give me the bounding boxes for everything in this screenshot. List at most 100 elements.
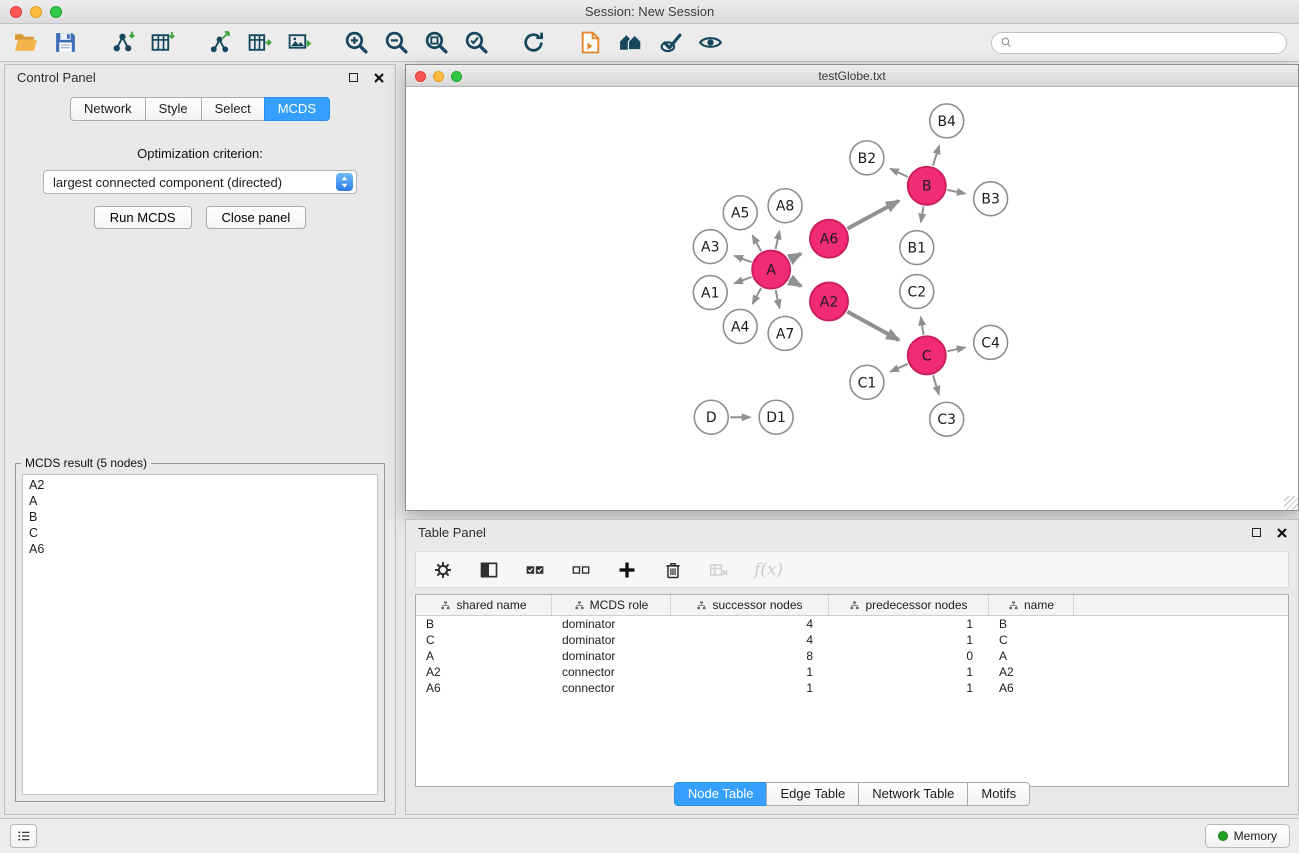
node-B4[interactable]: B4 [930, 104, 964, 138]
tab-network-table[interactable]: Network Table [858, 782, 968, 806]
edge-A-A7[interactable] [776, 290, 780, 308]
float-table-panel-icon[interactable] [1250, 526, 1263, 539]
node-D1[interactable]: D1 [759, 400, 793, 434]
column-header-mcds-role[interactable]: MCDS role [552, 595, 671, 615]
tab-select[interactable]: Select [201, 97, 265, 121]
float-panel-icon[interactable] [347, 71, 360, 84]
apply-layout-icon[interactable] [520, 29, 547, 56]
close-table-panel-icon[interactable] [1275, 526, 1288, 539]
node-C2[interactable]: C2 [900, 275, 934, 309]
edge-C-C2[interactable] [921, 317, 924, 335]
network-minimize-button[interactable] [433, 71, 444, 82]
edge-B-B2[interactable] [890, 169, 907, 177]
node-C4[interactable]: C4 [974, 325, 1008, 359]
edge-C-C4[interactable] [947, 348, 965, 352]
node-B1[interactable]: B1 [900, 231, 934, 265]
search-box[interactable] [991, 32, 1287, 54]
node-B2[interactable]: B2 [850, 141, 884, 175]
first-neighbors-icon[interactable] [617, 29, 644, 56]
node-A4[interactable]: A4 [723, 309, 757, 343]
node-A8[interactable]: A8 [768, 189, 802, 223]
mcds-result-item[interactable]: A6 [23, 541, 377, 557]
edge-B-B3[interactable] [947, 190, 965, 194]
node-C3[interactable]: C3 [930, 402, 964, 436]
delete-table-icon[interactable] [708, 559, 730, 581]
mcds-result-item[interactable]: A2 [23, 477, 377, 493]
edge-A-A4[interactable] [753, 288, 762, 304]
table-row[interactable]: Cdominator41C [416, 632, 1288, 648]
node-B3[interactable]: B3 [974, 182, 1008, 216]
tab-style[interactable]: Style [145, 97, 202, 121]
zoom-fit-icon[interactable] [423, 29, 450, 56]
table-row[interactable]: Adominator80A [416, 648, 1288, 664]
tab-network[interactable]: Network [70, 97, 146, 121]
node-A7[interactable]: A7 [768, 316, 802, 350]
add-column-icon[interactable] [616, 559, 638, 581]
node-D[interactable]: D [694, 400, 728, 434]
function-builder-icon[interactable]: f(x) [754, 559, 783, 581]
node-A3[interactable]: A3 [693, 230, 727, 264]
import-network-icon[interactable] [109, 29, 136, 56]
close-window-button[interactable] [10, 6, 22, 18]
edge-A-A5[interactable] [753, 235, 762, 251]
column-header-successor-nodes[interactable]: successor nodes [671, 595, 829, 615]
deselect-all-rows-icon[interactable] [570, 559, 592, 581]
save-session-icon[interactable] [52, 29, 79, 56]
search-input[interactable] [1017, 36, 1278, 50]
column-header-name[interactable]: name [989, 595, 1074, 615]
node-A5[interactable]: A5 [723, 196, 757, 230]
open-session-icon[interactable] [12, 29, 39, 56]
close-panel-icon[interactable] [372, 71, 385, 84]
node-B[interactable]: B [908, 167, 946, 205]
node-A[interactable]: A [752, 251, 790, 289]
edge-B-B4[interactable] [933, 146, 939, 166]
tab-node-table[interactable]: Node Table [674, 782, 768, 806]
import-table-icon[interactable] [149, 29, 176, 56]
zoom-selected-icon[interactable] [463, 29, 490, 56]
zoom-out-icon[interactable] [383, 29, 410, 56]
mcds-result-item[interactable]: C [23, 525, 377, 541]
mcds-result-list[interactable]: A2ABCA6 [22, 474, 378, 795]
show-hide-icon[interactable] [697, 29, 724, 56]
memory-button[interactable]: Memory [1205, 824, 1290, 848]
close-panel-button[interactable]: Close panel [206, 206, 307, 229]
node-A2[interactable]: A2 [810, 283, 848, 321]
edge-A-A2[interactable] [789, 280, 801, 286]
network-zoom-button[interactable] [451, 71, 462, 82]
table-row[interactable]: A2connector11A2 [416, 664, 1288, 680]
run-mcds-button[interactable]: Run MCDS [94, 206, 192, 229]
column-settings-icon[interactable] [432, 559, 454, 581]
table-row[interactable]: Bdominator41B [416, 616, 1288, 632]
zoom-in-icon[interactable] [343, 29, 370, 56]
network-canvas[interactable]: B4B2BB3A8A5A6A3B1AC2A1A2A4A7C4CC1C3DD1 [406, 87, 1298, 510]
column-header-predecessor-nodes[interactable]: predecessor nodes [829, 595, 989, 615]
delete-column-icon[interactable] [662, 559, 684, 581]
minimize-window-button[interactable] [30, 6, 42, 18]
mcds-result-item[interactable]: A [23, 493, 377, 509]
export-table-icon[interactable] [246, 29, 273, 56]
node-A1[interactable]: A1 [693, 276, 727, 310]
edge-A-A6[interactable] [790, 254, 801, 260]
console-button[interactable] [10, 824, 37, 848]
edge-A2-C[interactable] [847, 312, 898, 340]
edge-C-C3[interactable] [933, 375, 939, 394]
edge-A-A8[interactable] [776, 231, 780, 249]
edge-A6-B[interactable] [847, 201, 898, 229]
annotation-icon[interactable] [577, 29, 604, 56]
node-C1[interactable]: C1 [850, 365, 884, 399]
edge-A-A3[interactable] [735, 256, 752, 262]
zoom-window-button[interactable] [50, 6, 62, 18]
tab-motifs[interactable]: Motifs [967, 782, 1030, 806]
edge-C-C1[interactable] [891, 364, 908, 372]
edge-A-A1[interactable] [735, 277, 752, 283]
export-network-icon[interactable] [206, 29, 233, 56]
optimization-criterion-select[interactable]: largest connected component (directed) [43, 170, 357, 194]
column-header-shared-name[interactable]: shared name [416, 595, 552, 615]
window-resize-grip[interactable] [1284, 496, 1298, 510]
tab-edge-table[interactable]: Edge Table [766, 782, 859, 806]
select-all-rows-icon[interactable] [524, 559, 546, 581]
graphics-details-icon[interactable] [657, 29, 684, 56]
network-close-button[interactable] [415, 71, 426, 82]
mcds-result-item[interactable]: B [23, 509, 377, 525]
network-window-titlebar[interactable]: testGlobe.txt [406, 65, 1298, 87]
